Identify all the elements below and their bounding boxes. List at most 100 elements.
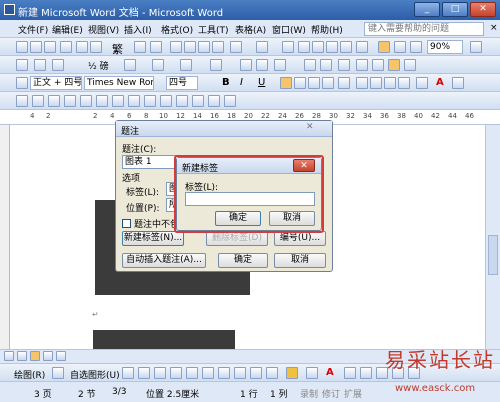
tool4-j-icon[interactable]	[160, 95, 172, 107]
styles-icon[interactable]	[16, 77, 28, 89]
sort-desc-icon[interactable]	[388, 59, 400, 71]
wordart-icon[interactable]	[218, 367, 230, 379]
italic-button[interactable]: I	[240, 77, 243, 88]
insert-table2-icon[interactable]	[210, 59, 222, 71]
vertical-scrollbar[interactable]	[485, 125, 500, 349]
rectangle-icon[interactable]	[154, 367, 166, 379]
drawing-icon[interactable]	[356, 41, 368, 53]
caption-cancel-button[interactable]: 取消	[274, 253, 326, 268]
justify-icon[interactable]	[322, 77, 334, 89]
draw-font-color-icon[interactable]: A	[326, 367, 334, 378]
web-view-icon[interactable]	[17, 351, 27, 361]
autosum-icon[interactable]	[404, 59, 416, 71]
hyperlink-icon[interactable]	[282, 41, 294, 53]
permission-icon[interactable]	[60, 41, 72, 53]
print-view-icon[interactable]	[30, 351, 40, 361]
oval-icon[interactable]	[170, 367, 182, 379]
new-icon[interactable]	[16, 41, 28, 53]
text-direction-icon[interactable]	[356, 59, 368, 71]
format-painter-icon[interactable]	[212, 41, 224, 53]
menu-format[interactable]: 格式(O)	[161, 23, 193, 36]
minimize-button[interactable]: _	[414, 2, 440, 17]
save-icon[interactable]	[44, 41, 56, 53]
split-cells-icon[interactable]	[256, 59, 268, 71]
draw-menu[interactable]: 绘图(R)	[14, 368, 45, 381]
align-center-icon[interactable]	[294, 77, 306, 89]
menu-tools[interactable]: 工具(T)	[198, 23, 229, 36]
align-icon[interactable]	[274, 59, 286, 71]
select-objects-icon[interactable]	[52, 367, 64, 379]
menu-view[interactable]: 视图(V)	[88, 23, 119, 36]
tool4-d-icon[interactable]	[64, 95, 76, 107]
columns-icon[interactable]	[340, 41, 352, 53]
increase-indent-icon[interactable]	[398, 77, 410, 89]
line-icon[interactable]	[122, 367, 134, 379]
preview-icon[interactable]	[90, 41, 102, 53]
dash-style-icon[interactable]	[360, 367, 372, 379]
merge-cells-icon[interactable]	[240, 59, 252, 71]
paste-icon[interactable]	[198, 41, 210, 53]
tool4-f-icon[interactable]	[96, 95, 108, 107]
menu-table[interactable]: 表格(A)	[235, 23, 266, 36]
tool4-b-icon[interactable]	[32, 95, 44, 107]
decrease-indent-icon[interactable]	[384, 77, 396, 89]
close-button[interactable]: ✕	[470, 2, 496, 17]
normal-view-icon[interactable]	[4, 351, 14, 361]
table-autoformat-icon[interactable]	[338, 59, 350, 71]
font-color-button[interactable]: A	[436, 77, 444, 88]
menu-edit[interactable]: 编辑(E)	[52, 23, 83, 36]
tool4-l-icon[interactable]	[192, 95, 204, 107]
tool4-m-icon[interactable]	[208, 95, 220, 107]
menu-help[interactable]: 帮助(H)	[311, 23, 343, 36]
open-icon[interactable]	[30, 41, 42, 53]
outside-border-icon[interactable]	[152, 59, 164, 71]
style-select[interactable]: 正文 + 四号	[30, 76, 82, 90]
fill-color-icon[interactable]	[286, 367, 298, 379]
insert-excel-icon[interactable]	[326, 41, 338, 53]
line-style-icon[interactable]	[52, 59, 64, 71]
show-hide-icon[interactable]	[394, 41, 406, 53]
textbox-icon[interactable]	[186, 367, 198, 379]
new-label-button[interactable]: 新建标签(N)...	[122, 231, 184, 246]
menu-insert[interactable]: 插入(I)	[124, 23, 152, 36]
eraser-icon[interactable]	[34, 59, 46, 71]
char-scale-icon[interactable]	[452, 77, 464, 89]
tool4-a-icon[interactable]	[16, 95, 28, 107]
tool4-e-icon[interactable]	[80, 95, 92, 107]
draw-table-icon[interactable]	[16, 59, 28, 71]
tool4-i-icon[interactable]	[144, 95, 156, 107]
delete-label-button[interactable]: 删除标签(D)	[206, 231, 268, 246]
status-trk[interactable]: 修订	[322, 387, 340, 400]
print-icon[interactable]	[76, 41, 88, 53]
doc-close-icon[interactable]: ×	[490, 23, 498, 33]
caption-input[interactable]: 图表 1	[122, 155, 180, 169]
caption-dialog-close-icon[interactable]: ✕	[306, 122, 314, 132]
status-rec[interactable]: 录制	[300, 387, 318, 400]
arrow-icon[interactable]	[138, 367, 150, 379]
tool4-h-icon[interactable]	[128, 95, 140, 107]
tool4-n-icon[interactable]	[224, 95, 236, 107]
shading-color-icon[interactable]	[180, 59, 192, 71]
reading-icon[interactable]	[410, 41, 422, 53]
tool4-g-icon[interactable]	[112, 95, 124, 107]
line-spacing-icon[interactable]	[338, 77, 350, 89]
underline-button[interactable]: U	[258, 77, 265, 88]
tool4-c-icon[interactable]	[48, 95, 60, 107]
numbering-button[interactable]: 编号(U)...	[274, 231, 326, 246]
reading-view-icon[interactable]	[56, 351, 66, 361]
menu-file[interactable]: 文件(F)	[18, 23, 48, 36]
vertical-ruler[interactable]	[0, 125, 10, 349]
cut-icon[interactable]	[170, 41, 182, 53]
bold-button[interactable]: B	[222, 77, 230, 88]
insert-table-icon[interactable]	[312, 41, 324, 53]
zoom-select[interactable]: 90%	[427, 40, 463, 54]
undo-icon[interactable]	[230, 41, 242, 53]
tool4-k-icon[interactable]	[176, 95, 188, 107]
align-right-icon[interactable]	[308, 77, 320, 89]
sort-asc-icon[interactable]	[372, 59, 384, 71]
status-ext[interactable]: 扩展	[344, 387, 362, 400]
redo-icon[interactable]	[256, 41, 268, 53]
diagram-icon[interactable]	[234, 367, 246, 379]
picture-icon[interactable]	[266, 367, 278, 379]
distribute-cols-icon[interactable]	[320, 59, 332, 71]
